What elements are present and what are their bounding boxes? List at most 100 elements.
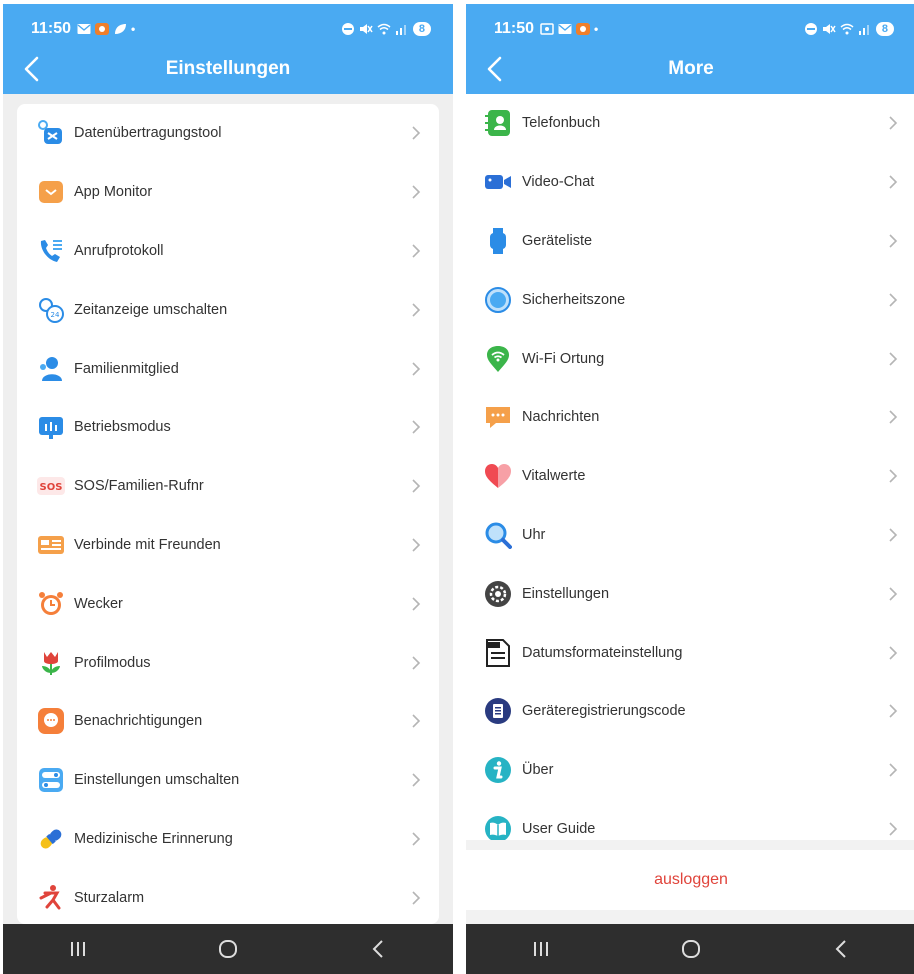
wifi-location-icon [487, 345, 509, 372]
list-item-wifi-location[interactable]: Wi-Fi Ortung [466, 329, 914, 388]
home-button[interactable] [671, 934, 711, 964]
message-icon [486, 407, 510, 429]
list-item-label: Betriebsmodus [74, 419, 171, 436]
list-item-label: App Monitor [74, 184, 153, 201]
list-item-safe-zone[interactable]: Sicherheitszone [466, 270, 914, 329]
list-item-label: Video-Chat [522, 174, 595, 191]
settings-list: Datenübertragungstool App Monitor Anrufp… [17, 104, 439, 924]
dot-icon: • [594, 22, 599, 36]
list-item-family-member[interactable]: Familienmitglied [17, 339, 439, 398]
list-item-data-transfer[interactable]: Datenübertragungstool [17, 104, 439, 163]
battery-indicator: 8 [412, 22, 431, 36]
list-item-messages[interactable]: Nachrichten [466, 388, 914, 447]
battery-level: 8 [881, 23, 888, 35]
chevron-right-icon [412, 597, 421, 611]
more-list: Telefonbuch Video-Chat Geräteliste Siche… [466, 94, 914, 840]
system-nav-bar [466, 924, 914, 974]
chevron-right-icon [412, 362, 421, 376]
list-item-video-chat[interactable]: Video-Chat [466, 153, 914, 212]
home-icon [682, 940, 700, 958]
safe-zone-icon [485, 286, 511, 313]
operation-mode-icon [39, 417, 63, 440]
leaf-icon [115, 24, 127, 34]
wifi-icon [377, 23, 391, 35]
alarm-clock-icon [39, 591, 63, 615]
list-item-app-monitor[interactable]: App Monitor [17, 163, 439, 222]
list-item-label: Verbinde mit Freunden [74, 536, 221, 553]
list-item-operation-mode[interactable]: Betriebsmodus [17, 398, 439, 457]
info-icon [485, 757, 511, 784]
list-item-phonebook[interactable]: Telefonbuch [466, 94, 914, 153]
list-item-call-log[interactable]: Anrufprotokoll [17, 222, 439, 281]
system-back-button[interactable] [821, 934, 861, 964]
list-item-vital-values[interactable]: Vitalwerte [466, 447, 914, 506]
dot-icon: • [131, 22, 136, 36]
phonebook-icon [485, 110, 510, 137]
list-item-notifications[interactable]: Benachrichtigungen [17, 692, 439, 751]
header: 11:50 • 8 Einstellungen [3, 4, 453, 94]
battery-level: 8 [418, 23, 425, 35]
list-item-time-format[interactable]: 24 Zeitanzeige umschalten [17, 280, 439, 339]
chevron-right-icon [412, 714, 421, 728]
list-item-label: Wecker [74, 595, 123, 612]
status-bar: 11:50 • 8 [494, 18, 894, 40]
chevron-right-icon [412, 244, 421, 258]
chevron-right-icon [412, 126, 421, 140]
back-icon [372, 940, 383, 958]
logout-button[interactable]: ausloggen [466, 850, 914, 910]
list-item-date-format[interactable]: Datumsformateinstellung [466, 623, 914, 682]
list-item-user-guide[interactable]: User Guide [466, 800, 914, 840]
logout-label: ausloggen [654, 871, 728, 888]
list-item-profile-mode[interactable]: Profilmodus [17, 633, 439, 692]
system-back-button[interactable] [358, 934, 398, 964]
chevron-right-icon [412, 773, 421, 787]
fall-alarm-icon [39, 884, 61, 910]
list-item-label: Geräteliste [522, 232, 593, 249]
chevron-right-icon [889, 822, 898, 836]
magnifier-icon [485, 522, 512, 549]
chevron-right-icon [889, 175, 898, 189]
friends-card-icon [38, 535, 64, 554]
recents-icon [71, 942, 85, 956]
list-item-label: Datenübertragungstool [74, 125, 222, 142]
status-time: 11:50 [494, 20, 535, 37]
chevron-right-icon [412, 538, 421, 552]
list-item-label: Profilmodus [74, 654, 151, 671]
list-item-label: SOS/Familien-Rufnr [74, 478, 204, 495]
home-button[interactable] [208, 934, 248, 964]
list-item-sos[interactable]: SOS SOS/Familien-Rufnr [17, 457, 439, 516]
chevron-right-icon [412, 185, 421, 199]
list-item-alarm[interactable]: Wecker [17, 574, 439, 633]
list-item-label: Uhr [522, 526, 546, 543]
list-item-fall-alarm[interactable]: Sturzalarm [17, 868, 439, 924]
list-item-label: Datumsformateinstellung [522, 644, 683, 661]
gear-icon [485, 580, 511, 607]
more-screen: 11:50 • 8 More Telefonbuch Video-Chat Ge… [466, 4, 914, 974]
recents-button[interactable] [521, 934, 561, 964]
list-item-clock[interactable]: Uhr [466, 506, 914, 565]
recents-button[interactable] [58, 934, 98, 964]
app-notification-icon [576, 23, 591, 35]
recents-icon [534, 942, 548, 956]
profile-tulip-icon [42, 651, 60, 675]
list-item-about[interactable]: Über [466, 741, 914, 800]
mail-icon [77, 24, 91, 34]
list-item-label: Telefonbuch [522, 115, 601, 132]
list-item-label: Vitalwerte [522, 468, 586, 485]
chevron-right-icon [412, 832, 421, 846]
date-format-icon [486, 638, 510, 667]
list-item-label: Über [522, 762, 554, 779]
mail-icon [558, 24, 572, 34]
list-item-toggle-settings[interactable]: Einstellungen umschalten [17, 751, 439, 810]
user-guide-book-icon [485, 815, 511, 840]
chevron-right-icon [889, 469, 898, 483]
registration-code-icon [485, 698, 511, 725]
list-item-label: Geräteregistrierungscode [522, 703, 686, 720]
list-item-medical-reminder[interactable]: Medizinische Erinnerung [17, 810, 439, 869]
list-item-device-list[interactable]: Geräteliste [466, 212, 914, 271]
svg-text:SOS: SOS [40, 482, 63, 493]
list-item-registration-code[interactable]: Geräteregistrierungscode [466, 682, 914, 741]
list-item-friends[interactable]: Verbinde mit Freunden [17, 516, 439, 575]
list-item-settings[interactable]: Einstellungen [466, 564, 914, 623]
chevron-right-icon [889, 410, 898, 424]
